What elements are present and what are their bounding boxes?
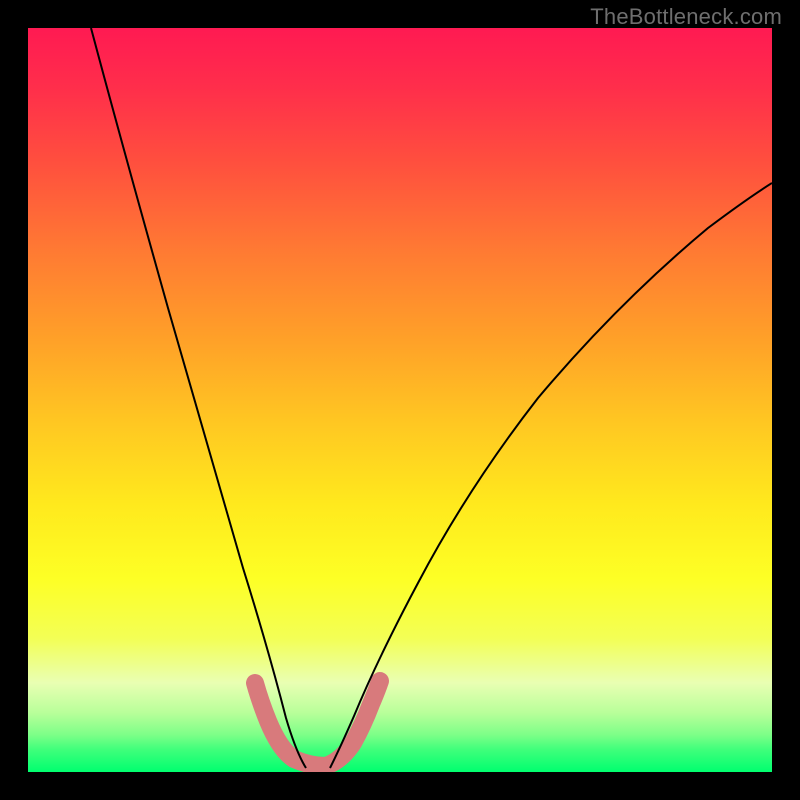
attribution-text: TheBottleneck.com [590, 4, 782, 30]
bottleneck-plot [28, 28, 772, 772]
curve-left-branch [91, 28, 306, 768]
curve-right-branch [330, 183, 772, 768]
floor-marker-band [255, 681, 380, 766]
chart-frame [28, 28, 772, 772]
